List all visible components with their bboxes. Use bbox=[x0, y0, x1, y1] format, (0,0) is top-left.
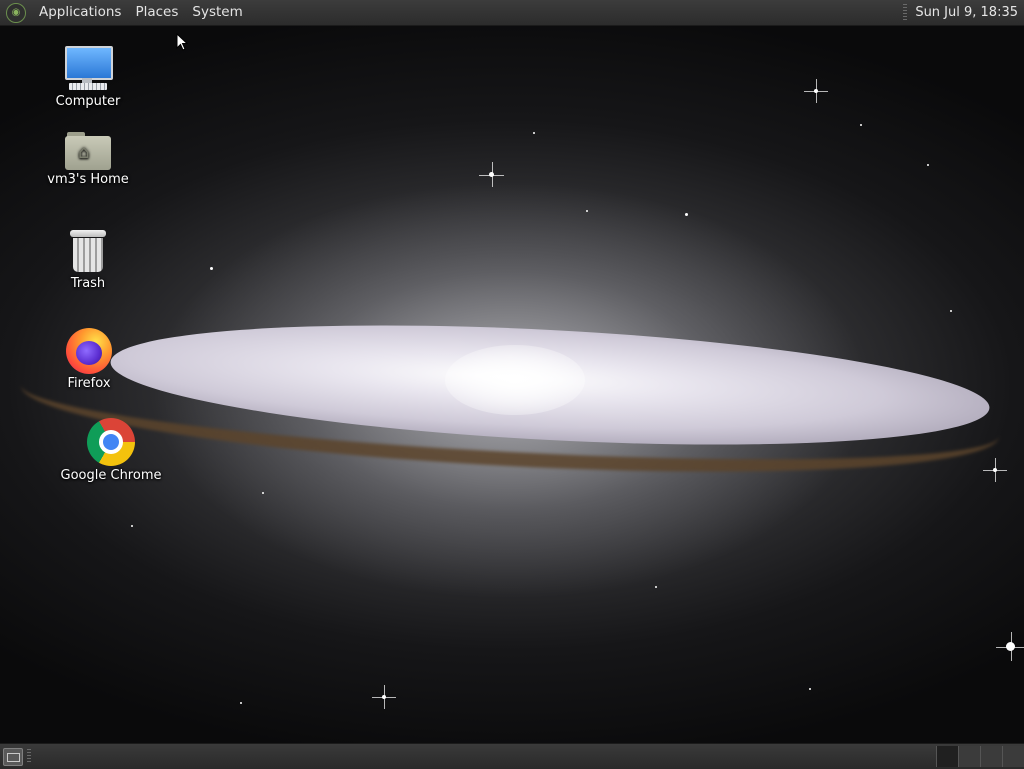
panel-handle[interactable] bbox=[27, 749, 31, 764]
panel-handle[interactable] bbox=[903, 4, 908, 21]
system-menu[interactable]: System bbox=[185, 0, 249, 25]
desktop-icon-trash[interactable]: Trash bbox=[58, 230, 118, 291]
desktop-icon-firefox[interactable]: Firefox bbox=[56, 328, 122, 391]
places-menu[interactable]: Places bbox=[128, 0, 185, 25]
show-desktop-icon[interactable] bbox=[3, 748, 23, 766]
desktop-wallpaper bbox=[0, 0, 1024, 768]
desktop-icon-computer[interactable]: Computer bbox=[46, 46, 130, 109]
star bbox=[131, 525, 133, 527]
top-panel: ◉ Applications Places System Sun Jul 9, … bbox=[0, 0, 1024, 26]
chrome-icon bbox=[87, 418, 135, 466]
star bbox=[950, 310, 952, 312]
desktop-icon-label: Trash bbox=[70, 276, 106, 291]
desktop-icon-label: Google Chrome bbox=[60, 468, 162, 483]
mouse-cursor-icon bbox=[176, 32, 189, 55]
workspace-switcher bbox=[936, 746, 1024, 767]
desktop-icon-chrome[interactable]: Google Chrome bbox=[56, 418, 166, 483]
star bbox=[210, 267, 213, 270]
clock-area: Sun Jul 9, 18:35 bbox=[903, 0, 1024, 25]
desktop-icon-label: Firefox bbox=[67, 376, 111, 391]
firefox-icon bbox=[66, 328, 112, 374]
desktop-icon-label: vm3's Home bbox=[47, 172, 129, 187]
desktop-icon-label: Computer bbox=[55, 94, 121, 109]
bottom-panel bbox=[0, 743, 1024, 769]
star bbox=[262, 492, 264, 494]
star bbox=[372, 685, 396, 709]
workspace-2[interactable] bbox=[958, 746, 980, 767]
star bbox=[479, 162, 504, 187]
star bbox=[586, 210, 588, 212]
home-folder-icon: ⌂ bbox=[65, 130, 111, 170]
star bbox=[927, 164, 929, 166]
star bbox=[685, 213, 688, 216]
star bbox=[804, 79, 828, 103]
star bbox=[996, 632, 1024, 661]
clock[interactable]: Sun Jul 9, 18:35 bbox=[915, 5, 1024, 20]
star bbox=[655, 586, 657, 588]
workspace-4[interactable] bbox=[1002, 746, 1024, 767]
workspace-1[interactable] bbox=[936, 746, 958, 767]
star bbox=[860, 124, 862, 126]
computer-icon bbox=[63, 46, 113, 92]
star bbox=[983, 458, 1007, 482]
star bbox=[240, 702, 242, 704]
star bbox=[809, 688, 811, 690]
applications-menu[interactable]: Applications bbox=[32, 0, 128, 25]
star bbox=[533, 132, 535, 134]
trash-icon bbox=[70, 230, 106, 274]
workspace-3[interactable] bbox=[980, 746, 1002, 767]
desktop-icon-home[interactable]: ⌂ vm3's Home bbox=[40, 130, 136, 187]
galaxy-core bbox=[445, 345, 585, 415]
distro-logo-icon[interactable]: ◉ bbox=[6, 2, 26, 23]
